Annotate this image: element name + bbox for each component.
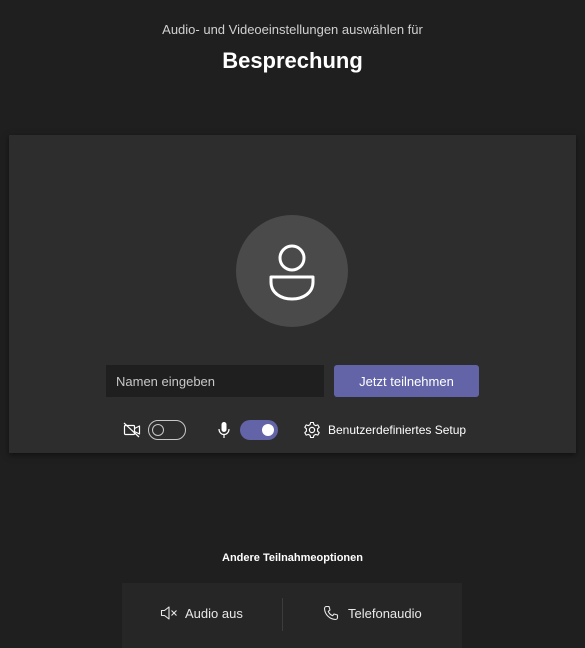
toggle-knob [262, 424, 274, 436]
audio-off-label: Audio aus [185, 606, 243, 621]
speaker-muted-icon [160, 606, 177, 620]
microphone-toggle[interactable] [240, 420, 278, 440]
device-controls: Benutzerdefiniertes Setup [9, 419, 576, 441]
phone-icon [323, 605, 339, 621]
microphone-icon [218, 422, 230, 438]
page-title: Besprechung [222, 48, 363, 73]
toggle-knob [152, 424, 164, 436]
join-meeting-screen: Audio- und Videoeinstellungen auswählen … [0, 0, 585, 648]
phone-audio-label: Telefonaudio [348, 606, 422, 621]
name-input[interactable] [106, 365, 324, 397]
divider [282, 598, 283, 631]
other-join-options: Audio aus Telefonaudio [122, 583, 462, 648]
gear-icon [304, 421, 320, 439]
custom-setup-label: Benutzerdefiniertes Setup [328, 423, 467, 437]
camera-off-icon [123, 422, 141, 438]
page-subtitle: Audio- und Videoeinstellungen auswählen … [162, 22, 423, 37]
avatar [236, 215, 348, 327]
other-options-heading: Andere Teilnahmeoptionen [222, 552, 363, 564]
person-icon [269, 244, 315, 301]
camera-toggle[interactable] [148, 420, 186, 440]
video-preview-card: Jetzt teilnehmen [9, 135, 576, 453]
join-now-button[interactable]: Jetzt teilnehmen [334, 365, 479, 397]
